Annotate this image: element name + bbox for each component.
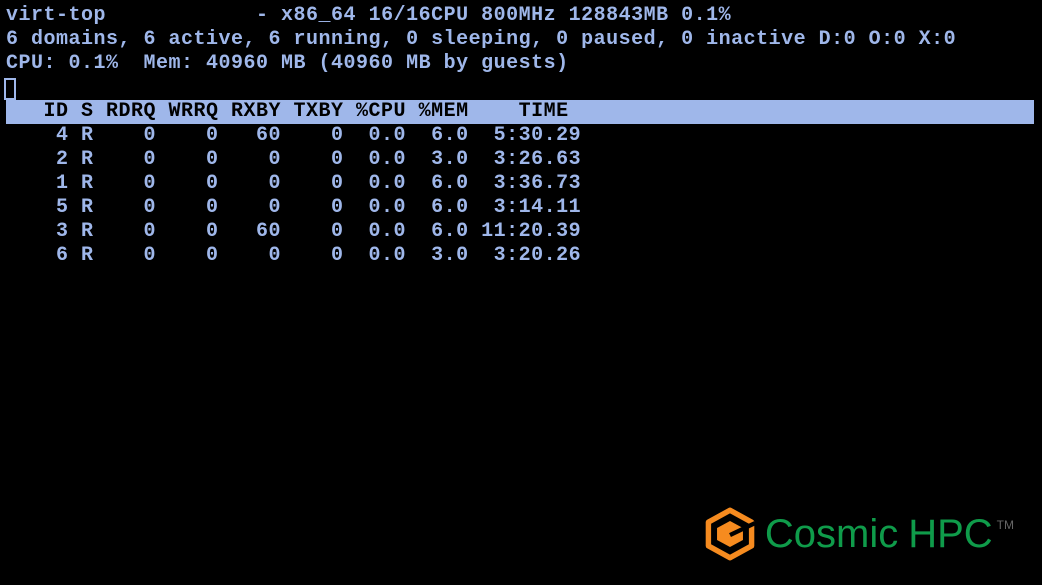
brand-text: CosmicHPC — [765, 522, 993, 546]
terminal-screen: virt-top - x86_64 16/16CPU 800MHz 128843… — [0, 0, 1042, 585]
table-row: 6 R 0 0 0 0 0.0 3.0 3:20.26 — [6, 244, 1042, 268]
trademark-icon: TM — [997, 513, 1014, 537]
brand-suffix: HPC — [908, 512, 992, 556]
table-row: 4 R 0 0 60 0 0.0 6.0 5:30.29 — [6, 124, 1042, 148]
table-row: 2 R 0 0 0 0 0.0 3.0 3:26.63 — [6, 148, 1042, 172]
usage-line: CPU: 0.1% Mem: 40960 MB (40960 MB by gue… — [6, 52, 1042, 76]
brand-logo: CosmicHPC TM — [703, 507, 1014, 561]
table-row: 5 R 0 0 0 0 0.0 6.0 3:14.11 — [6, 196, 1042, 220]
cursor-line — [6, 76, 1042, 100]
table-header: ID S RDRQ WRRQ RXBY TXBY %CPU %MEM TIME — [6, 100, 1034, 124]
sys-info: - x86_64 16/16CPU 800MHz 128843MB 0.1% — [256, 4, 731, 27]
summary-line: 6 domains, 6 active, 6 running, 0 sleepi… — [6, 28, 1042, 52]
table-row: 3 R 0 0 60 0 0.0 6.0 11:20.39 — [6, 220, 1042, 244]
brand-word: Cosmic — [765, 512, 898, 556]
hexagon-icon — [703, 507, 757, 561]
table-row: 1 R 0 0 0 0 0.0 6.0 3:36.73 — [6, 172, 1042, 196]
cursor-icon — [4, 78, 16, 100]
title-line: virt-top - x86_64 16/16CPU 800MHz 128843… — [6, 4, 1042, 28]
process-table: 4 R 0 0 60 0 0.0 6.0 5:30.29 2 R 0 0 0 0… — [6, 124, 1042, 268]
program-name: virt-top — [6, 4, 106, 27]
